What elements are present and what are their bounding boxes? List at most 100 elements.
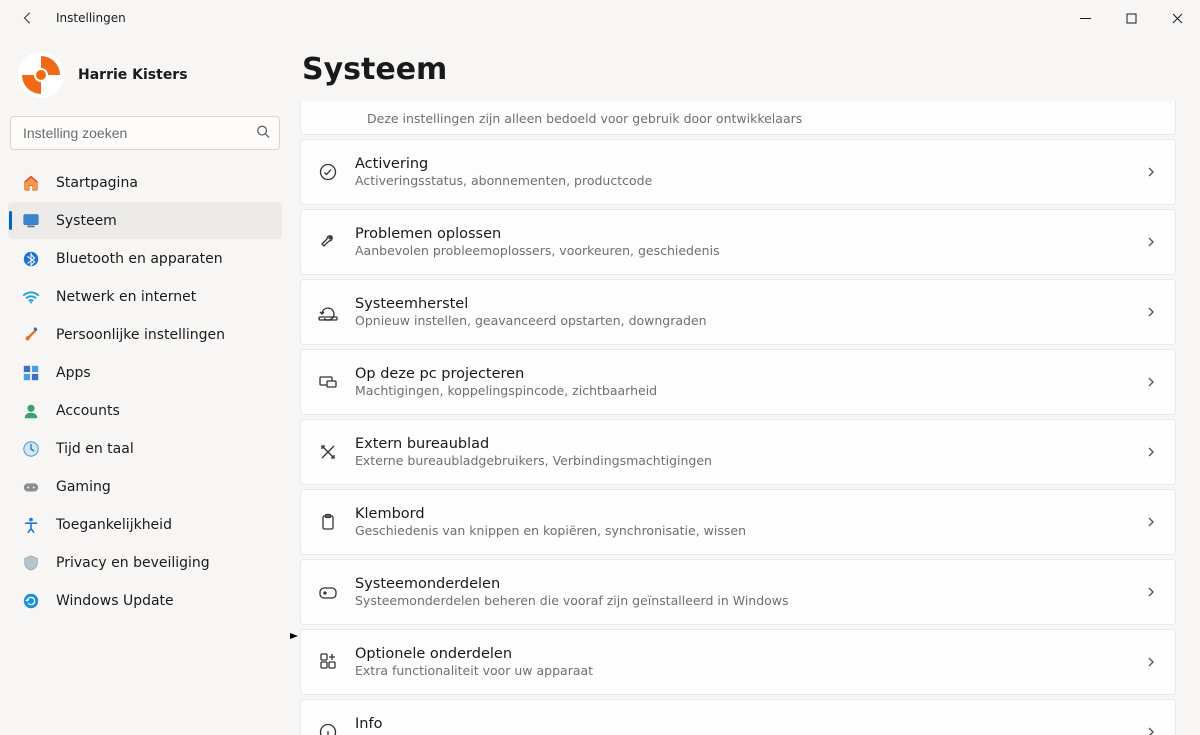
chevron-right-icon <box>1145 723 1157 735</box>
row-remote[interactable]: Extern bureaublad Externe bureaubladgebr… <box>300 419 1176 485</box>
close-button[interactable] <box>1154 0 1200 36</box>
sidebar-item-label: Persoonlijke instellingen <box>56 327 225 343</box>
home-icon <box>22 174 40 192</box>
row-desc: Systeemonderdelen beheren die vooraf zij… <box>355 593 1145 608</box>
sidebar-item-accessibility[interactable]: Toegankelijkheid <box>8 506 282 543</box>
sidebar-item-label: Windows Update <box>56 593 174 609</box>
info-icon <box>313 721 343 735</box>
chevron-right-icon <box>1145 163 1157 182</box>
remote-icon <box>313 441 343 463</box>
clipboard-icon <box>313 511 343 533</box>
row-title: Systeemherstel <box>355 296 1145 312</box>
row-desc: Extra functionaliteit voor uw apparaat <box>355 663 1145 678</box>
row-title: Optionele onderdelen <box>355 646 1145 662</box>
row-desc: Geschiedenis van knippen en kopiëren, sy… <box>355 523 1145 538</box>
sidebar-item-personalization[interactable]: Persoonlijke instellingen <box>8 316 282 353</box>
sidebar-item-accounts[interactable]: Accounts <box>8 392 282 429</box>
row-desc: Deze instellingen zijn alleen bedoeld vo… <box>367 111 1157 126</box>
titlebar: Instellingen <box>0 0 1200 36</box>
page-title: Systeem <box>302 52 1176 87</box>
row-desc: Activeringsstatus, abonnementen, product… <box>355 173 1145 188</box>
sidebar-item-label: Gaming <box>56 479 111 495</box>
avatar <box>18 52 64 98</box>
chevron-right-icon <box>1145 443 1157 462</box>
row-recovery[interactable]: Systeemherstel Opnieuw instellen, geavan… <box>300 279 1176 345</box>
chevron-right-icon <box>1145 653 1157 672</box>
sidebar-item-system[interactable]: Systeem <box>8 202 282 239</box>
maximize-button[interactable] <box>1108 0 1154 36</box>
row-title: Systeemonderdelen <box>355 576 1145 592</box>
row-components[interactable]: Systeemonderdelen Systeemonderdelen behe… <box>300 559 1176 625</box>
sidebar-item-label: Apps <box>56 365 91 381</box>
search-icon <box>256 124 270 143</box>
row-title: Op deze pc projecteren <box>355 366 1145 382</box>
sidebar-item-gaming[interactable]: Gaming <box>8 468 282 505</box>
search-box <box>10 116 280 150</box>
row-desc: Opnieuw instellen, geavanceerd opstarten… <box>355 313 1145 328</box>
row-activation[interactable]: Activering Activeringsstatus, abonnement… <box>300 139 1176 205</box>
check-circle-icon <box>313 161 343 183</box>
sidebar-item-label: Systeem <box>56 213 117 229</box>
recovery-icon <box>313 301 343 323</box>
user-name: Harrie Kisters <box>78 67 188 83</box>
brush-icon <box>22 326 40 344</box>
row-title: Info <box>355 716 1145 732</box>
sidebar-item-label: Netwerk en internet <box>56 289 196 305</box>
row-desc: Machtigingen, koppelingspincode, zichtba… <box>355 383 1145 398</box>
sidebar-item-update[interactable]: Windows Update <box>8 582 282 619</box>
system-icon <box>22 212 40 230</box>
chevron-right-icon <box>1145 233 1157 252</box>
chevron-right-icon <box>1145 303 1157 322</box>
back-button[interactable] <box>20 10 36 26</box>
row-title: Extern bureaublad <box>355 436 1145 452</box>
user-profile[interactable]: Harrie Kisters <box>8 46 282 116</box>
bluetooth-icon <box>22 250 40 268</box>
row-project[interactable]: Op deze pc projecteren Machtigingen, kop… <box>300 349 1176 415</box>
sidebar-item-label: Bluetooth en apparaten <box>56 251 223 267</box>
sidebar-item-time[interactable]: Tijd en taal <box>8 430 282 467</box>
row-clipboard[interactable]: Klembord Geschiedenis van knippen en kop… <box>300 489 1176 555</box>
annotation-arrow <box>290 625 298 647</box>
chevron-right-icon <box>1145 513 1157 532</box>
gaming-icon <box>22 478 40 496</box>
sidebar-item-network[interactable]: Netwerk en internet <box>8 278 282 315</box>
sidebar-item-label: Startpagina <box>56 175 138 191</box>
sidebar-item-label: Tijd en taal <box>56 441 134 457</box>
sidebar-item-label: Privacy en beveiliging <box>56 555 210 571</box>
sidebar: Harrie Kisters Startpagina Systeem Bluet… <box>0 36 290 735</box>
row-troubleshoot[interactable]: Problemen oplossen Aanbevolen probleemop… <box>300 209 1176 275</box>
optional-icon <box>313 651 343 673</box>
sidebar-item-privacy[interactable]: Privacy en beveiliging <box>8 544 282 581</box>
sidebar-item-home[interactable]: Startpagina <box>8 164 282 201</box>
row-developer-clipped[interactable]: Deze instellingen zijn alleen bedoeld vo… <box>300 101 1176 135</box>
window-controls <box>1062 0 1200 36</box>
sidebar-item-label: Accounts <box>56 403 120 419</box>
main-content: Systeem Deze instellingen zijn alleen be… <box>290 36 1200 735</box>
component-icon <box>313 581 343 603</box>
apps-icon <box>22 364 40 382</box>
wrench-icon <box>313 231 343 253</box>
wifi-icon <box>22 288 40 306</box>
person-icon <box>22 402 40 420</box>
accessibility-icon <box>22 516 40 534</box>
sidebar-item-bluetooth[interactable]: Bluetooth en apparaten <box>8 240 282 277</box>
chevron-right-icon <box>1145 583 1157 602</box>
sidebar-item-apps[interactable]: Apps <box>8 354 282 391</box>
update-icon <box>22 592 40 610</box>
clock-icon <box>22 440 40 458</box>
sidebar-item-label: Toegankelijkheid <box>56 517 172 533</box>
chevron-right-icon <box>1145 373 1157 392</box>
row-info[interactable]: Info Apparaatspecificaties, naam van pc … <box>300 699 1176 735</box>
row-title: Problemen oplossen <box>355 226 1145 242</box>
search-input[interactable] <box>10 116 280 150</box>
row-title: Klembord <box>355 506 1145 522</box>
row-title: Activering <box>355 156 1145 172</box>
shield-icon <box>22 554 40 572</box>
row-optional[interactable]: Optionele onderdelen Extra functionalite… <box>300 629 1176 695</box>
window-title: Instellingen <box>56 11 126 25</box>
minimize-button[interactable] <box>1062 0 1108 36</box>
nav: Startpagina Systeem Bluetooth en apparat… <box>8 164 282 619</box>
row-desc: Externe bureaubladgebruikers, Verbinding… <box>355 453 1145 468</box>
project-icon <box>313 371 343 393</box>
row-desc: Aanbevolen probleemoplossers, voorkeuren… <box>355 243 1145 258</box>
